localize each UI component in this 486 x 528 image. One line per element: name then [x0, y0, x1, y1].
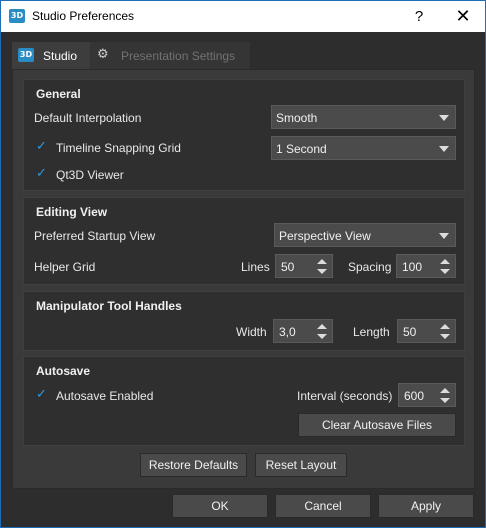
default-interpolation-label: Default Interpolation — [34, 111, 142, 125]
preferred-startup-view-value: Perspective View — [279, 229, 371, 243]
preferred-startup-view-select[interactable]: Perspective View — [274, 223, 456, 247]
default-interpolation-value: Smooth — [276, 111, 318, 125]
clear-autosave-files-button[interactable]: Clear Autosave Files — [298, 413, 456, 437]
manipulator-group: Manipulator Tool Handles Width 3,0 Lengt… — [23, 291, 465, 351]
window-title: Studio Preferences — [32, 9, 135, 23]
studio-tab-panel: General Default Interpolation Smooth ✓ T… — [12, 69, 475, 489]
width-label: Width — [236, 325, 267, 339]
chevron-down-icon — [439, 115, 449, 121]
checkmark-icon: ✓ — [36, 166, 47, 181]
checkmark-icon: ✓ — [36, 387, 47, 402]
length-label: Length — [353, 325, 390, 339]
chevron-up-icon[interactable] — [317, 324, 327, 329]
manipulator-title: Manipulator Tool Handles — [36, 299, 182, 313]
general-title: General — [36, 87, 81, 101]
cancel-button[interactable]: Cancel — [275, 494, 371, 518]
title-bar: 3D Studio Preferences ? ✕ — [1, 1, 485, 32]
tab-studio[interactable]: 3D Studio — [12, 42, 90, 69]
qt3d-viewer-checkbox[interactable]: ✓ — [36, 166, 49, 182]
length-value: 50 — [403, 325, 417, 339]
chevron-up-icon[interactable] — [440, 388, 450, 393]
chevron-down-icon[interactable] — [317, 269, 327, 274]
chevron-down-icon — [439, 233, 449, 239]
chevron-down-icon[interactable] — [440, 398, 450, 403]
editing-view-group: Editing View Preferred Startup View Pers… — [23, 197, 465, 285]
interval-value: 600 — [404, 389, 425, 403]
restore-defaults-button[interactable]: Restore Defaults — [140, 453, 247, 477]
chevron-down-icon[interactable] — [440, 269, 450, 274]
interval-spinbox[interactable]: 600 — [398, 383, 456, 407]
tab-studio-label: Studio — [43, 49, 78, 63]
preferred-startup-view-label: Preferred Startup View — [34, 229, 156, 243]
chevron-up-icon[interactable] — [317, 259, 327, 264]
spacing-value: 100 — [402, 260, 423, 274]
ok-button[interactable]: OK — [172, 494, 268, 518]
width-value: 3,0 — [279, 325, 296, 339]
help-button[interactable]: ? — [401, 1, 437, 32]
chevron-up-icon[interactable] — [440, 324, 450, 329]
autosave-group: Autosave ✓ Autosave Enabled Interval (se… — [23, 356, 465, 446]
autosave-enabled-checkbox[interactable]: ✓ — [36, 387, 49, 403]
tab-presentation-settings[interactable]: ⚙ Presentation Settings — [90, 42, 250, 69]
3d-icon: 3D — [18, 48, 34, 62]
timeline-snapping-label: Timeline Snapping Grid — [56, 141, 181, 155]
checkmark-icon: ✓ — [36, 139, 47, 154]
timeline-snapping-checkbox[interactable]: ✓ — [36, 139, 49, 155]
lines-label: Lines — [241, 260, 270, 274]
editing-view-title: Editing View — [36, 205, 108, 219]
autosave-title: Autosave — [36, 364, 91, 378]
timeline-snapping-value: 1 Second — [276, 142, 327, 156]
timeline-snapping-select[interactable]: 1 Second — [271, 136, 456, 160]
width-spinbox[interactable]: 3,0 — [273, 319, 333, 343]
chevron-down-icon[interactable] — [317, 334, 327, 339]
reset-layout-button[interactable]: Reset Layout — [255, 453, 347, 477]
qt3d-viewer-label: Qt3D Viewer — [56, 168, 124, 182]
chevron-down-icon — [439, 146, 449, 152]
spacing-spinbox[interactable]: 100 — [396, 254, 456, 278]
length-spinbox[interactable]: 50 — [397, 319, 456, 343]
apply-button[interactable]: Apply — [378, 494, 474, 518]
app-icon: 3D — [9, 9, 25, 23]
general-group: General Default Interpolation Smooth ✓ T… — [23, 79, 465, 191]
default-interpolation-select[interactable]: Smooth — [271, 105, 456, 129]
preferences-window: 3D Studio Preferences ? ✕ 3D Studio ⚙ Pr… — [0, 0, 486, 528]
helper-grid-label: Helper Grid — [34, 260, 96, 274]
lines-spinbox[interactable]: 50 — [275, 254, 333, 278]
lines-value: 50 — [281, 260, 295, 274]
chevron-up-icon[interactable] — [440, 259, 450, 264]
spacing-label: Spacing — [348, 260, 392, 274]
tab-presentation-label: Presentation Settings — [121, 49, 236, 63]
interval-label: Interval (seconds) — [297, 389, 393, 403]
close-button[interactable]: ✕ — [441, 1, 485, 32]
autosave-enabled-label: Autosave Enabled — [56, 389, 154, 403]
gear-icon: ⚙ — [97, 47, 109, 62]
chevron-down-icon[interactable] — [440, 334, 450, 339]
